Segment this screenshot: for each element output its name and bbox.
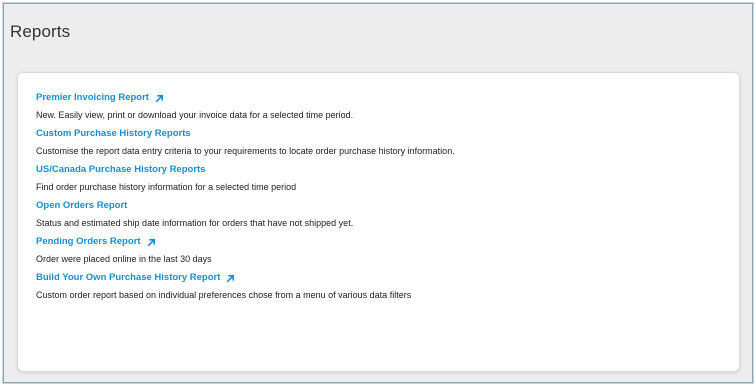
external-link-icon [155, 94, 164, 103]
report-link-label: Premier Invoicing Report [36, 92, 149, 103]
report-link-label: Open Orders Report [36, 200, 128, 211]
report-list: Premier Invoicing Report New. Easily vie… [36, 87, 727, 303]
report-description: Find order purchase history information … [36, 182, 297, 192]
report-item-custom-purchase-history: Custom Purchase History Reports Customis… [36, 123, 727, 159]
report-link-label: Build Your Own Purchase History Report [36, 272, 221, 283]
report-link-label: US/Canada Purchase History Reports [36, 164, 206, 175]
report-description: Order were placed online in the last 30 … [36, 254, 212, 264]
reports-card: Premier Invoicing Report New. Easily vie… [17, 72, 740, 372]
report-link-label: Pending Orders Report [36, 236, 141, 247]
report-description: Customise the report data entry criteria… [36, 146, 455, 156]
report-item-us-canada-purchase-history: US/Canada Purchase History Reports Find … [36, 159, 727, 195]
external-link-icon [147, 238, 156, 247]
us-canada-purchase-history-reports-link[interactable]: US/Canada Purchase History Reports [36, 164, 205, 176]
report-item-pending-orders: Pending Orders Report Order were placed … [36, 231, 727, 267]
reports-panel: Reports Premier Invoicing Report New. Ea… [3, 3, 753, 383]
report-item-premier-invoicing: Premier Invoicing Report New. Easily vie… [36, 87, 727, 123]
pending-orders-report-link[interactable]: Pending Orders Report [36, 236, 156, 248]
report-description: New. Easily view, print or download your… [36, 110, 354, 120]
custom-purchase-history-reports-link[interactable]: Custom Purchase History Reports [36, 128, 191, 140]
premier-invoicing-report-link[interactable]: Premier Invoicing Report [36, 92, 164, 104]
open-orders-report-link[interactable]: Open Orders Report [36, 200, 127, 212]
build-your-own-purchase-history-report-link[interactable]: Build Your Own Purchase History Report [36, 272, 235, 284]
report-item-build-your-own: Build Your Own Purchase History Report C… [36, 267, 727, 303]
page-title: Reports [10, 22, 71, 41]
report-description: Status and estimated ship date informati… [36, 218, 354, 228]
external-link-icon [226, 274, 235, 283]
report-description: Custom order report based on individual … [36, 290, 412, 300]
report-item-open-orders: Open Orders Report Status and estimated … [36, 195, 727, 231]
report-link-label: Custom Purchase History Reports [36, 128, 191, 139]
